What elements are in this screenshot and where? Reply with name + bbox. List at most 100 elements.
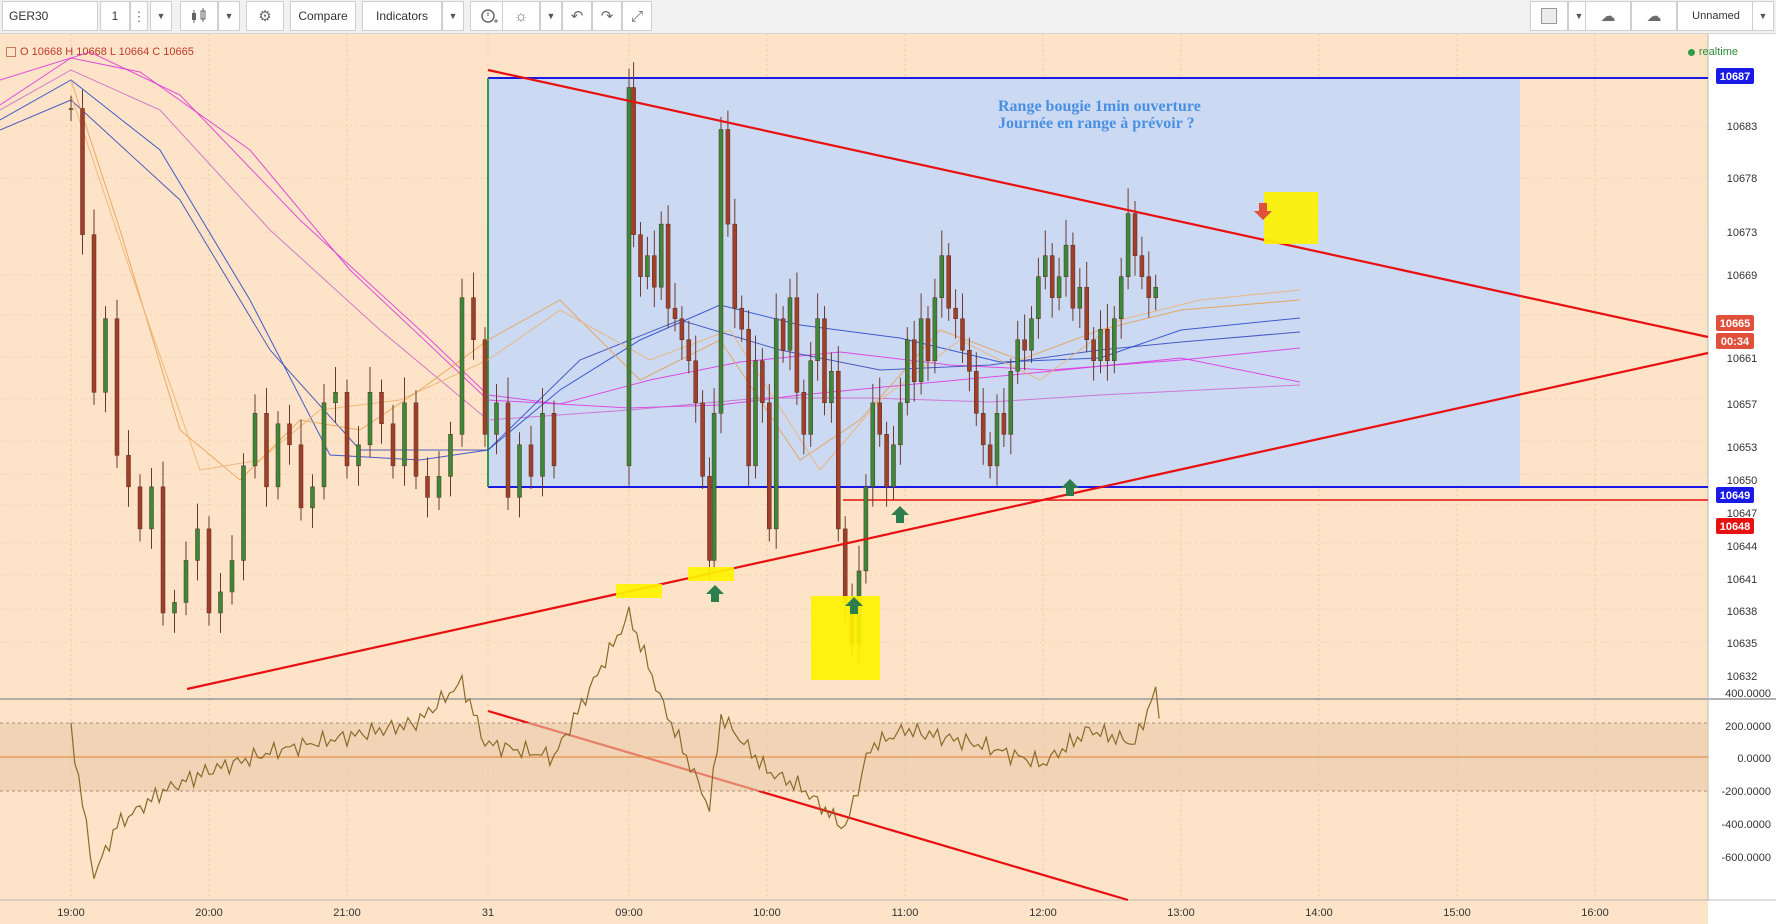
load-layout-button[interactable]: ☁ [1585,1,1631,31]
candle-body [787,297,793,351]
layout-name-button[interactable]: Unnamed [1677,1,1755,31]
candle-body [229,560,235,593]
candle-body [905,339,910,404]
candle [344,379,350,479]
time-tick: 11:00 [892,907,919,919]
fullscreen-button[interactable]: ⤢ [622,1,652,31]
interval-dropdown[interactable]: ▼ [150,1,172,31]
candle-body [91,234,97,393]
candle-body [652,255,657,288]
candle [836,346,841,542]
price-tick: 10638 [1727,606,1758,618]
settings-button[interactable]: ⚙ [246,1,284,31]
collapse-legend-icon[interactable] [6,47,16,58]
candle-body [836,371,841,530]
candle-body [863,486,869,572]
candle [700,390,705,489]
candle [725,110,731,237]
indicators-dropdown[interactable]: ▼ [442,1,464,31]
price-tick: 10661 [1727,353,1758,365]
candle [1070,232,1076,321]
redo-icon: ↷ [600,7,614,25]
redo-button[interactable]: ↷ [592,1,622,31]
candle-body [1029,318,1034,351]
candle-body [1001,413,1007,435]
candle-body [298,444,304,509]
oscillator-tick: -200.0000 [1721,786,1771,798]
candle-body [528,444,534,477]
candle-body [626,87,632,467]
candle-body [794,297,800,393]
price-badge-label: 10665 [1720,318,1751,330]
compare-button[interactable]: Compare [290,1,356,31]
undo-button[interactable]: ↶ [562,1,592,31]
layout-dropdown[interactable]: ▼ [1752,1,1774,31]
candle-body [1105,328,1110,361]
candle-body [842,528,848,603]
realtime-status: realtime [1687,46,1738,58]
candle-body [379,392,384,425]
ideas-dropdown[interactable]: ▼ [540,1,562,31]
candle-body [946,255,951,309]
price-tick: 10669 [1727,270,1758,282]
candle-body [891,444,896,488]
candle-body [773,318,779,530]
price-badge: 10649 [1716,487,1754,503]
compare-label: Compare [298,9,348,23]
price-tick: 10683 [1727,121,1758,133]
save-layout-button[interactable]: ☁ [1631,1,1677,31]
chart-annotation: Range bougie 1min ouverture Journée en r… [998,98,1201,132]
candle-body [725,129,731,225]
candle-body [925,318,931,361]
undo-icon: ↶ [570,7,584,25]
candle-body [436,476,442,498]
time-tick: 12:00 [1029,907,1057,919]
candle-body [1139,255,1145,277]
candle-body [870,402,876,488]
price-tick: 10673 [1727,227,1758,239]
candle-body [760,360,765,404]
realtime-label: realtime [1698,46,1738,58]
candle-body [252,413,258,467]
highlight-box [811,596,880,680]
candle [91,209,97,405]
gear-icon: ⚙ [258,7,272,25]
color-swatch-button[interactable] [1530,1,1568,31]
alarm-clock-plus-icon [481,9,498,23]
candle-body [987,444,993,467]
candle-body [367,392,373,446]
chevron-down-icon: ▼ [448,11,458,21]
candle-body [482,339,488,435]
candle [80,89,85,255]
symbol-label: GER30 [9,9,49,23]
interval-button[interactable]: 1 [100,1,130,31]
candle [767,383,772,542]
ideas-button[interactable]: ☼ [502,1,540,31]
price-chart[interactable]: 10683 10678 10673 10669 10661 10657 10653 10650… [0,34,1776,924]
candle-body [700,402,705,477]
candle-body [344,392,350,467]
candle-body [413,402,419,477]
candle-body [540,413,545,477]
candle-body [80,108,85,235]
interval-menu-button[interactable]: ⋮ [130,1,148,31]
candle-body [918,318,924,383]
chart-style-button[interactable] [180,1,218,31]
oscillator-tick: 400.0000 [1725,688,1771,700]
candle-body [264,413,269,488]
ohlc-values: O 10668 H 10668 L 10664 C 10665 [20,46,194,58]
candle-body [808,360,813,435]
chart-style-dropdown[interactable]: ▼ [218,1,240,31]
candle-body [1132,213,1138,256]
candle-body [822,318,827,404]
candle-body [356,444,361,467]
layout-name: Unnamed [1692,10,1740,22]
candle-body [980,413,986,446]
indicators-button[interactable]: Indicators [362,1,442,31]
symbol-search-input[interactable]: GER30 [2,1,98,31]
lightbulb-icon: ☼ [514,7,528,25]
candle-body [672,307,678,319]
candle-body [1084,286,1089,340]
candle [711,388,717,574]
time-tick: 16:00 [1581,907,1609,919]
